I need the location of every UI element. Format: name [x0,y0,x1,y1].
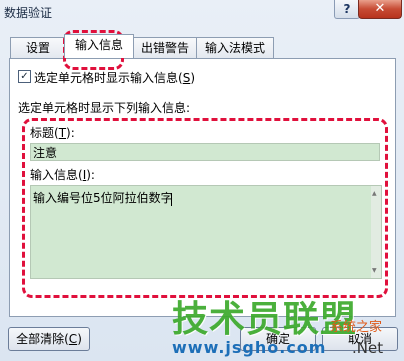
watermark-url: www.jsgho.com [172,338,327,357]
watermark-net: .Net [352,339,384,357]
title-bar: 数据验证 ? ✕ [0,0,404,22]
show-input-message-checkbox[interactable]: ✓ [18,70,31,83]
watermark-sub: 系统之家 [330,320,383,335]
section-label: 选定单元格时显示下列输入信息: [18,101,191,115]
fields-highlight-annotation [22,118,388,298]
tab-input-message[interactable]: 输入信息 [64,34,134,58]
data-validation-dialog: 数据验证 ? ✕ 设置 输入信息 出错警告 输入法模式 ✓ 选定单元格时显示输入… [0,0,404,361]
tab-settings[interactable]: 设置 [10,37,66,58]
dialog-title: 数据验证 [4,6,53,20]
clear-all-button[interactable]: 全部清除(C) [8,327,90,351]
show-input-message-label[interactable]: 选定单元格时显示输入信息(S) [34,69,195,86]
tab-error-alert[interactable]: 出错警告 [132,37,198,58]
help-button[interactable]: ? [334,0,360,19]
tab-ime-mode[interactable]: 输入法模式 [196,37,274,58]
close-button[interactable]: ✕ [358,0,402,19]
